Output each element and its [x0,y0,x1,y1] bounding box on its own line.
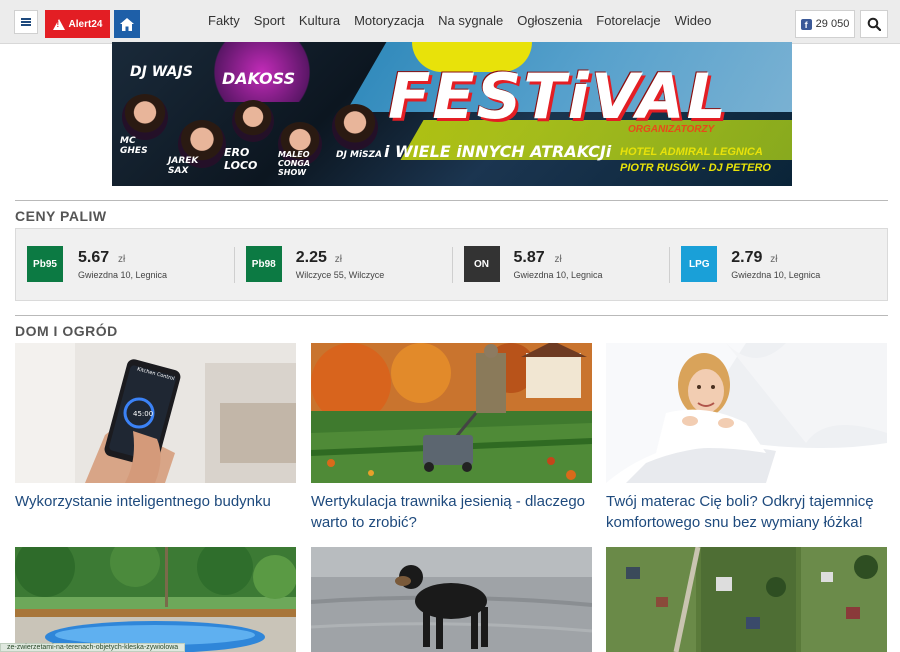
dj-name: MALEO CONGA SHOW [278,150,311,177]
fuel-item-on[interactable]: ON 5.87 zł Gwiezdna 10, Legnica [451,229,670,300]
nav-item-ogloszenia[interactable]: Ogłoszenia [517,13,582,28]
fuel-location: Wilczyce 55, Wilczyce [295,270,385,280]
hamburger-icon[interactable] [14,10,38,34]
alert24-label: Alert24 [68,18,103,30]
banner-host-names: PIOTR RUSÓW - DJ PETERO [620,162,771,174]
article-card[interactable] [311,547,592,652]
article-thumbnail [606,547,887,652]
fuel-unit: zł [554,254,562,265]
article-title[interactable]: Wertykulacja trawnika jesienią - dlaczeg… [311,491,592,533]
dj-photo [232,100,274,142]
banner-hotel: HOTEL ADMIRAL LEGNICA [620,146,763,158]
main-nav: Fakty Sport Kultura Motoryzacja Na sygna… [208,13,711,28]
banner-title: FESTiVAL [388,60,729,133]
article-thumbnail [311,343,592,483]
nav-item-na-sygnale[interactable]: Na sygnale [438,13,503,28]
dj-photo [332,104,378,150]
fuel-section-title: CENY PALIW [15,208,107,224]
section-divider [15,315,888,316]
fuel-price: 5.87 [513,249,545,266]
fuel-type-badge: Pb98 [245,246,282,282]
nav-item-wideo[interactable]: Wideo [675,13,712,28]
dj-name: DAKOSS [222,69,296,88]
fuel-price: 5.67 [78,249,110,266]
article-card[interactable]: 45:00 Kitchen Control Wykorzystanie inte… [15,343,296,512]
home-icon[interactable] [114,10,140,38]
nav-item-sport[interactable]: Sport [254,13,285,28]
status-bar-url: ze-zwierzetami-na-terenach-objetych-kles… [0,643,186,652]
fuel-location: Gwiezdna 10, Legnica [513,270,603,280]
fuel-separator [233,247,235,283]
article-thumbnail [311,547,592,652]
article-card[interactable] [15,547,296,652]
article-title[interactable]: Wykorzystanie inteligentnego budynku [15,491,296,512]
article-card[interactable]: Twój materac Cię boli? Odkryj tajemnicę … [606,343,887,533]
fuel-unit: zł [770,254,778,265]
dj-name: DJ WAJS [130,64,193,80]
nav-item-fotorelacje[interactable]: Fotorelacje [596,13,660,28]
fuel-type-badge: Pb95 [27,246,63,282]
festival-banner-ad[interactable]: DJ WAJS DAKOSS MC GHES JAREK SAX ERO LOC… [112,42,792,186]
fuel-prices-panel: Pb95 5.67 zł Gwiezdna 10, Legnica Pb98 2… [15,228,888,301]
phone-timer-text: 45:00 [133,410,153,418]
article-thumbnail [15,547,296,652]
nav-item-fakty[interactable]: Fakty [208,13,240,28]
fuel-item-pb95[interactable]: Pb95 5.67 zł Gwiezdna 10, Legnica [16,229,234,300]
home-garden-section-title: DOM I OGRÓD [15,323,118,339]
fuel-type-badge: ON [463,246,500,282]
article-thumbnail [606,343,887,483]
nav-item-motoryzacja[interactable]: Motoryzacja [354,13,424,28]
dj-name: ERO LOCO [224,146,258,172]
facebook-icon: f [800,18,812,30]
article-card[interactable] [606,547,887,652]
dj-name: MC GHES [120,136,148,156]
fuel-separator [451,247,453,283]
fuel-location: Gwiezdna 10, Legnica [78,270,168,280]
fuel-price: 2.25 [295,249,327,266]
section-divider [15,200,888,201]
dj-name: JAREK SAX [168,156,199,176]
article-title[interactable]: Twój materac Cię boli? Odkryj tajemnicę … [606,491,887,533]
facebook-count: 29 050 [815,18,850,30]
fuel-location: Gwiezdna 10, Legnica [731,270,821,280]
fuel-separator [669,247,671,283]
fuel-item-lpg[interactable]: LPG 2.79 zł Gwiezdna 10, Legnica [669,229,887,300]
article-card[interactable]: Wertykulacja trawnika jesienią - dlaczeg… [311,343,592,533]
fuel-item-pb98[interactable]: Pb98 2.25 zł Wilczyce 55, Wilczyce [233,229,452,300]
search-icon[interactable] [860,10,888,38]
dj-photo [122,94,168,140]
facebook-button[interactable]: f 29 050 [795,10,855,38]
nav-item-kultura[interactable]: Kultura [299,13,340,28]
fuel-price: 2.79 [731,249,763,266]
banner-subtitle: i WIELE iNNYCH ATRAKCJi [384,142,612,161]
banner-organizers-label: ORGANIZATORZY [628,124,715,135]
warning-icon [52,18,65,30]
top-navigation-bar: Alert24 Fakty Sport Kultura Motoryzacja … [0,0,900,44]
fuel-type-badge: LPG [681,246,718,282]
fuel-unit: zł [334,254,342,265]
article-thumbnail: 45:00 Kitchen Control [15,343,296,483]
banner-hosts: HOTEL ADMIRAL LEGNICA PIOTR RUSÓW - DJ P… [620,144,771,176]
dj-name: DJ MiSZA [336,150,382,160]
fuel-unit: zł [118,254,126,265]
alert24-button[interactable]: Alert24 [45,10,110,38]
